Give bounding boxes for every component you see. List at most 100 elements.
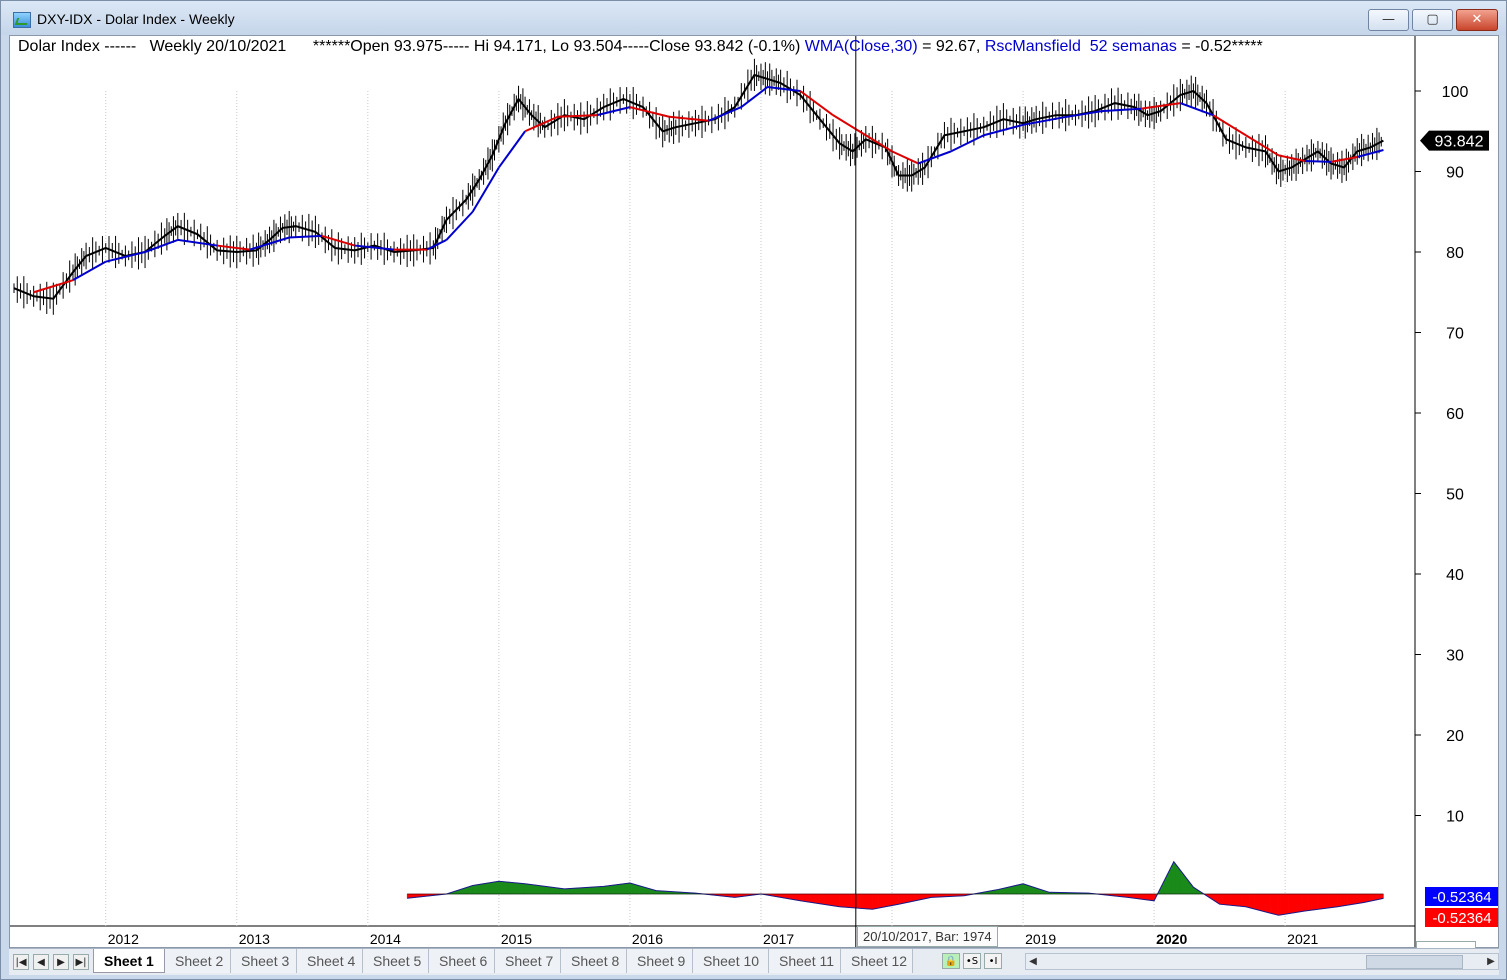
indicator-area xyxy=(819,893,826,905)
indicator-area xyxy=(508,881,513,895)
price-tick-label: 100 xyxy=(1442,84,1469,101)
last-price-label: 93.842 xyxy=(1435,134,1484,151)
indicator-area xyxy=(488,882,493,895)
indicator-area xyxy=(588,886,595,895)
wma-segment xyxy=(72,260,107,282)
tab-sheet-6[interactable]: Sheet 6 xyxy=(429,949,495,973)
indicator-area xyxy=(495,880,500,895)
header-ohlc: Dolar Index ------ Weekly 20/10/2021 ***… xyxy=(18,38,805,55)
indicator-area xyxy=(505,881,509,895)
indicator-area xyxy=(1012,884,1017,895)
tab-sheet-12[interactable]: Sheet 12 xyxy=(841,949,913,973)
indicator-area xyxy=(1368,893,1372,902)
indicator-area xyxy=(1308,893,1314,911)
wma-segment xyxy=(289,234,323,239)
scroll-left-icon[interactable]: ◀ xyxy=(1026,954,1040,969)
last-sheet-button[interactable]: ▶| xyxy=(73,954,89,970)
tab-sheet-4[interactable]: Sheet 4 xyxy=(297,949,363,973)
indicator-area xyxy=(885,893,889,908)
tab-sheet-9[interactable]: Sheet 9 xyxy=(627,949,693,973)
prev-sheet-button[interactable]: ◀ xyxy=(33,954,49,970)
price-tick-label: 20 xyxy=(1446,728,1464,745)
scroll-thumb[interactable] xyxy=(1366,955,1463,969)
indicator-area xyxy=(616,883,621,895)
indicator-area xyxy=(478,883,483,895)
indicator-area xyxy=(578,887,585,895)
tab-sheet-1[interactable]: Sheet 1 xyxy=(93,949,165,973)
crosshair-tooltip: 20/10/2017, Bar: 1974 xyxy=(857,926,998,947)
price-tick-label: 70 xyxy=(1446,326,1464,343)
indicator-area xyxy=(878,893,883,909)
indicator-area xyxy=(1333,893,1338,908)
indicator-area xyxy=(891,893,896,906)
indicator-area xyxy=(1144,893,1148,901)
indicator-area xyxy=(1266,893,1271,914)
tab-sheet-11[interactable]: Sheet 11 xyxy=(769,949,841,973)
close-price-line xyxy=(13,73,1384,300)
indicator-area xyxy=(1304,893,1310,912)
wma-segment xyxy=(524,115,559,133)
price-tick-label: 50 xyxy=(1446,487,1464,504)
first-sheet-button[interactable]: |◀ xyxy=(13,954,29,970)
indicator-area xyxy=(1249,893,1255,910)
indicator-area xyxy=(863,893,869,910)
indicator-area xyxy=(902,893,908,904)
maximize-button[interactable]: ▢ xyxy=(1412,9,1453,31)
indicator-area xyxy=(1239,893,1243,907)
indicator-area xyxy=(1016,884,1021,895)
lock-icon[interactable]: 🔒 xyxy=(942,953,960,969)
indicator-area xyxy=(881,893,886,908)
indicator-area xyxy=(1178,867,1182,895)
time-tick-label: 2020 xyxy=(1156,931,1187,947)
price-chart[interactable]: 2012 2013 2014 2015 2016 2017 2019 2020 2021 100 9… xyxy=(10,36,1498,947)
time-tick-label: 2017 xyxy=(763,931,794,947)
indicator-area xyxy=(1173,860,1177,895)
indicator-area xyxy=(1225,893,1230,906)
indicator-area xyxy=(549,886,555,895)
title-bar[interactable]: DXY-IDX - Dolar Index - Weekly — ▢ ✕ xyxy=(1,1,1506,35)
indicator-area xyxy=(521,883,526,895)
close-button[interactable]: ✕ xyxy=(1456,9,1498,31)
indicator-area xyxy=(1222,893,1227,906)
indicator-area xyxy=(515,882,519,895)
minimize-button[interactable]: — xyxy=(1368,9,1409,31)
indicator-area xyxy=(834,893,840,908)
tab-sheet-5[interactable]: Sheet 5 xyxy=(363,949,429,973)
indicator-area xyxy=(1274,893,1279,916)
indicator-area xyxy=(1278,893,1283,916)
indicator-area xyxy=(1291,893,1296,914)
indicator-area xyxy=(868,893,873,910)
indicator-area xyxy=(1373,893,1377,901)
tab-sheet-2[interactable]: Sheet 2 xyxy=(165,949,231,973)
indicator-area xyxy=(610,884,614,895)
indicator-area xyxy=(619,883,624,895)
indicator-area xyxy=(1353,893,1358,905)
header-rsc-value: = -0.52***** xyxy=(1176,38,1263,55)
price-tick-label: 80 xyxy=(1446,245,1464,262)
indicator-area xyxy=(839,893,844,908)
horizontal-scrollbar[interactable]: ◀ ▶ xyxy=(1025,953,1499,970)
tab-sheet-8[interactable]: Sheet 8 xyxy=(561,949,627,973)
indicator-area xyxy=(1019,883,1024,895)
s-button[interactable]: •S xyxy=(963,953,981,969)
indicator-area xyxy=(564,888,570,895)
tab-sheet-7[interactable]: Sheet 7 xyxy=(495,949,561,973)
indicator-area xyxy=(1150,893,1155,902)
wma-segment xyxy=(1304,160,1332,163)
scroll-right-icon[interactable]: ▶ xyxy=(1484,954,1498,969)
tab-sheet-10[interactable]: Sheet 10 xyxy=(693,949,769,973)
indicator-area xyxy=(511,882,516,895)
indicator-area xyxy=(501,881,506,895)
indicator-area xyxy=(895,893,899,906)
indicator-area xyxy=(1261,893,1267,913)
indicator-area xyxy=(1325,893,1330,909)
tab-sheet-3[interactable]: Sheet 3 xyxy=(231,949,297,973)
next-sheet-button[interactable]: ▶ xyxy=(53,954,69,970)
indicator-value-bottom: -0.52364 xyxy=(1432,910,1491,927)
indicator-area xyxy=(613,884,618,895)
indicator-area xyxy=(1270,893,1275,915)
indicator-area xyxy=(544,886,550,895)
indicator-area xyxy=(843,893,849,908)
chart-pane[interactable]: 2012 2013 2014 2015 2016 2017 2019 2020 2021 100 9… xyxy=(9,35,1499,948)
i-button[interactable]: •I xyxy=(984,953,1002,969)
